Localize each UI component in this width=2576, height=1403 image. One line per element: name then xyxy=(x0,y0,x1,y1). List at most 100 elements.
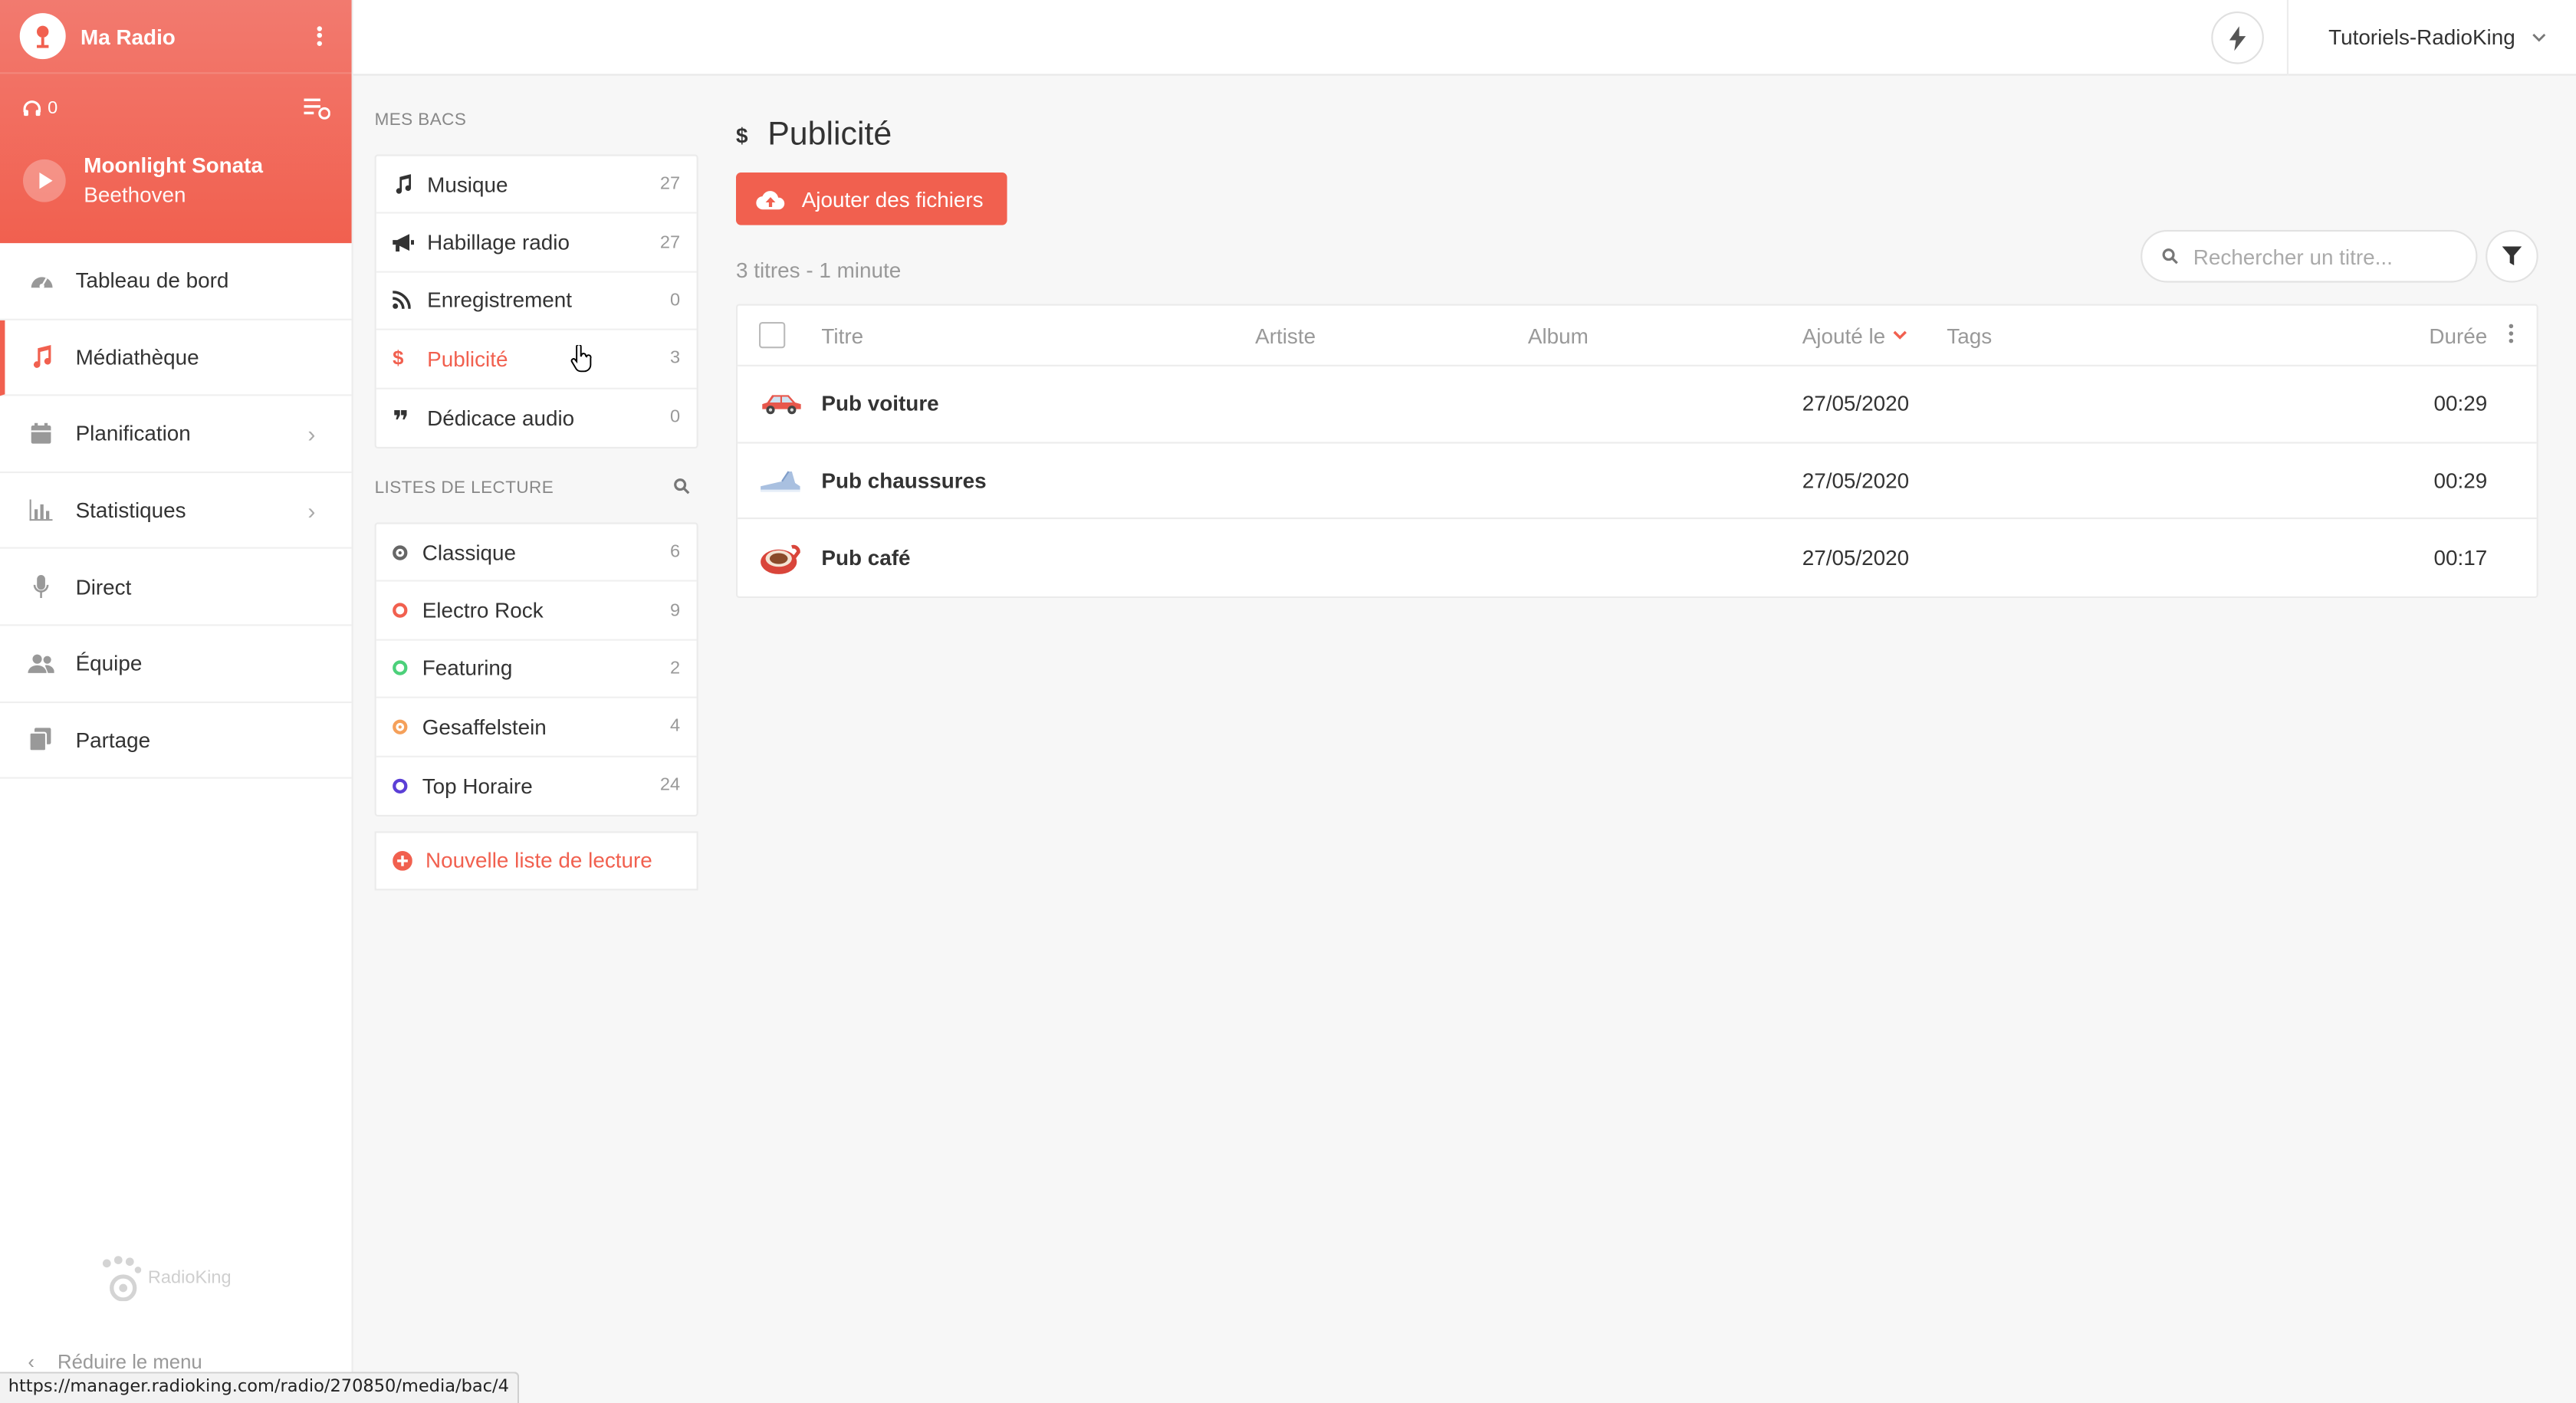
chevron-down-icon xyxy=(2532,32,2546,41)
playlist-color-dot xyxy=(393,544,408,560)
filter-icon xyxy=(2502,246,2522,266)
playlist-item-gesaffelstein[interactable]: Gesaffelstein 4 xyxy=(376,698,697,757)
sort-desc-icon xyxy=(1892,330,1907,340)
chevron-right-icon: › xyxy=(307,420,316,447)
playlist-color-dot xyxy=(393,778,408,794)
nav-item-planification[interactable]: Planification › xyxy=(0,396,352,473)
radioking-logo: RadioKing xyxy=(99,1255,232,1302)
track-added: 27/05/2020 xyxy=(1802,545,1910,571)
playlist-item-featuring[interactable]: Featuring 2 xyxy=(376,640,697,698)
table-row[interactable]: Pub café 27/05/2020 00:17 xyxy=(738,520,2536,596)
queue-list-icon[interactable] xyxy=(304,97,330,120)
megaphone-icon xyxy=(393,232,416,252)
microphone-logo-icon xyxy=(36,25,49,48)
plus-circle-icon xyxy=(393,850,412,871)
headphones-icon xyxy=(23,100,41,117)
select-all-checkbox[interactable] xyxy=(758,322,786,349)
lightning-button[interactable] xyxy=(2211,12,2264,64)
playlists-list: Classique 6 Electro Rock 9 Featuring 2 G… xyxy=(374,522,698,816)
new-playlist-button[interactable]: Nouvelle liste de lecture xyxy=(374,831,698,891)
main-nav: Tableau de bord Médiathèque Planificatio… xyxy=(0,243,352,780)
nav-item-mediatheque[interactable]: Médiathèque xyxy=(0,319,352,396)
playlist-item-classique[interactable]: Classique 6 xyxy=(376,524,697,583)
column-duration[interactable]: Durée xyxy=(2429,323,2487,347)
page-title: $ Publicité xyxy=(736,116,892,153)
quote-icon: ❞ xyxy=(393,406,409,438)
bins-section-title: MES BACS xyxy=(374,110,467,130)
bin-item-enregistrement[interactable]: Enregistrement 0 xyxy=(376,272,697,331)
track-title: Pub café xyxy=(821,545,911,571)
sidebar-header: Ma Radio 0 Moonlight Sonata Beethoven xyxy=(0,0,352,244)
nav-item-direct[interactable]: Direct xyxy=(0,550,352,626)
table-row[interactable]: Pub chaussures 27/05/2020 00:29 xyxy=(738,443,2537,520)
account-menu[interactable]: Tutoriels-RadioKing xyxy=(2328,25,2546,49)
bin-item-dedicace[interactable]: ❞ Dédicace audio 0 xyxy=(376,389,697,447)
track-duration: 00:17 xyxy=(2433,545,2488,571)
lightning-icon xyxy=(2229,25,2246,51)
now-playing-title: Moonlight Sonata xyxy=(84,153,263,178)
radio-menu-icon[interactable] xyxy=(306,20,332,53)
now-playing: Moonlight Sonata Beethoven xyxy=(23,151,263,210)
dashboard-icon xyxy=(28,268,54,294)
search-icon xyxy=(2162,248,2178,264)
playlist-search-icon[interactable] xyxy=(674,478,690,495)
chevron-right-icon: › xyxy=(307,497,316,524)
playlist-color-dot xyxy=(393,603,408,618)
bins-panel: MES BACS Musique 27 Habillage radio 27 E… xyxy=(374,102,698,891)
playlist-item-electro-rock[interactable]: Electro Rock 9 xyxy=(376,582,697,641)
column-tags[interactable]: Tags xyxy=(1947,323,1992,347)
calendar-icon xyxy=(28,421,54,447)
column-album[interactable]: Album xyxy=(1528,323,1589,347)
music-note-icon xyxy=(393,174,416,195)
columns-menu-icon[interactable] xyxy=(2509,323,2514,347)
divider xyxy=(2286,0,2288,76)
collapse-menu-button[interactable]: ‹ Réduire le menu xyxy=(28,1350,202,1373)
track-title: Pub chaussures xyxy=(821,468,987,493)
search-input[interactable] xyxy=(2193,244,2456,269)
add-files-button[interactable]: Ajouter des fichiers xyxy=(736,172,1007,225)
playlists-section-title: LISTES DE LECTURE xyxy=(375,470,698,506)
search-field[interactable] xyxy=(2141,230,2478,283)
dollar-icon: $ xyxy=(736,122,748,147)
nav-item-equipe[interactable]: Équipe xyxy=(0,626,352,703)
radio-logo[interactable] xyxy=(19,13,66,60)
bin-item-musique[interactable]: Musique 27 xyxy=(376,156,697,215)
coffee-icon xyxy=(757,538,803,577)
radio-name[interactable]: Ma Radio xyxy=(80,24,306,48)
radioking-crown-icon xyxy=(102,1256,142,1302)
column-added[interactable]: Ajouté le xyxy=(1802,323,1907,347)
playlist-item-top-horaire[interactable]: Top Horaire 24 xyxy=(376,757,697,815)
play-button[interactable] xyxy=(23,159,66,202)
track-title: Pub voiture xyxy=(821,391,939,416)
track-duration: 00:29 xyxy=(2433,391,2488,416)
table-row[interactable]: Pub voiture 27/05/2020 00:29 xyxy=(738,366,2537,443)
bin-item-habillage[interactable]: Habillage radio 27 xyxy=(376,214,697,273)
team-icon xyxy=(28,650,54,676)
microphone-icon xyxy=(28,573,54,600)
nav-item-partage[interactable]: Partage xyxy=(0,702,352,780)
rss-icon xyxy=(393,291,416,310)
nav-item-statistiques[interactable]: Statistiques › xyxy=(0,473,352,550)
track-added: 27/05/2020 xyxy=(1802,468,1910,493)
share-icon xyxy=(28,727,54,753)
nav-item-dashboard[interactable]: Tableau de bord xyxy=(0,243,352,320)
column-title[interactable]: Titre xyxy=(821,323,863,347)
main-content: $ Publicité Ajouter des fichiers 3 titre… xyxy=(736,102,2538,599)
bar-chart-icon xyxy=(28,497,54,523)
track-summary: 3 titres - 1 minute xyxy=(736,258,902,283)
music-note-icon xyxy=(28,344,54,370)
track-duration: 00:29 xyxy=(2433,468,2488,493)
filter-button[interactable] xyxy=(2486,230,2538,283)
playlist-color-dot xyxy=(393,661,408,676)
track-added: 27/05/2020 xyxy=(1802,391,1910,416)
now-playing-artist: Beethoven xyxy=(84,182,186,207)
cloud-upload-icon xyxy=(756,190,785,209)
column-artist[interactable]: Artiste xyxy=(1255,323,1316,347)
sidebar: Ma Radio 0 Moonlight Sonata Beethoven Ta… xyxy=(0,0,353,1403)
dollar-icon: $ xyxy=(393,347,404,370)
top-bar: Tutoriels-RadioKing xyxy=(353,0,2576,76)
playlist-color-dot xyxy=(393,719,408,734)
car-icon xyxy=(757,384,803,423)
hand-cursor-icon xyxy=(570,345,592,373)
bin-item-publicite[interactable]: $ Publicité 3 xyxy=(376,330,697,389)
